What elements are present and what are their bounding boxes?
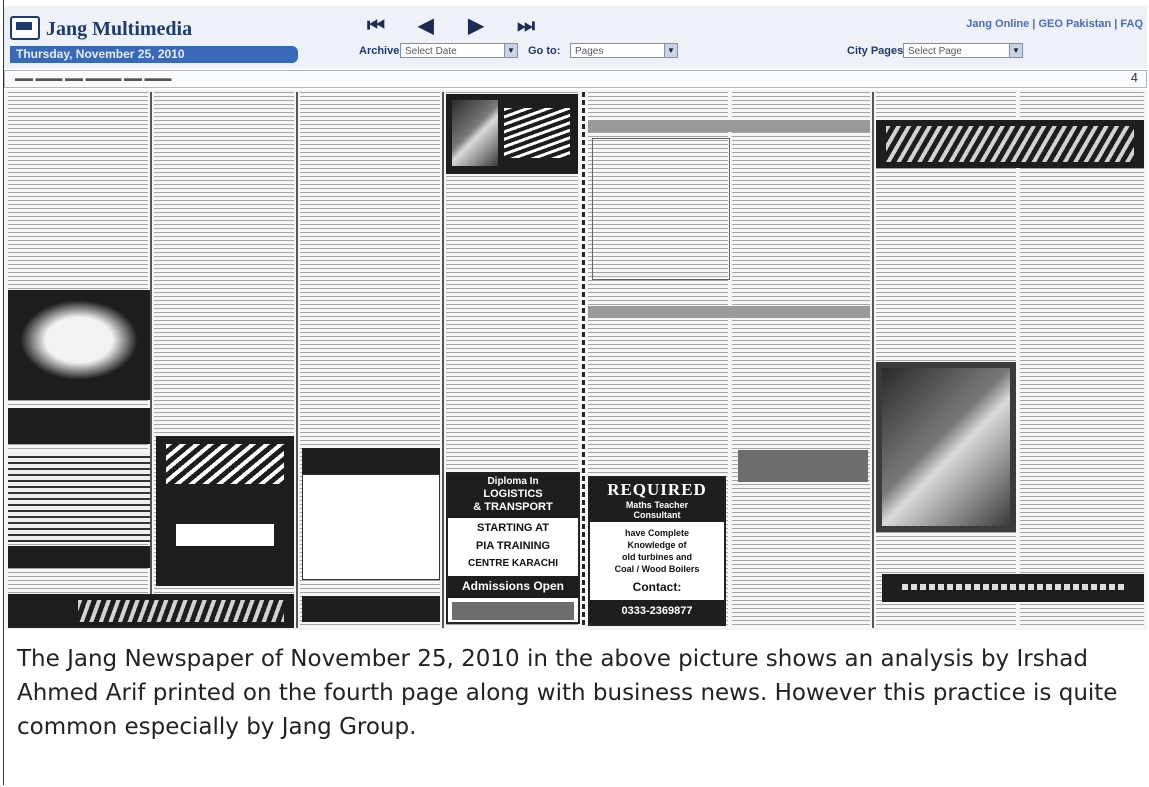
required-ad-phone-bar: 0333-2369877: [590, 600, 724, 624]
required-ad-line: Knowledge of: [627, 540, 687, 550]
urdu-ad-text: [78, 600, 284, 622]
page-number-icon: 4: [1130, 70, 1138, 85]
logistics-ad-line: STARTING AT: [477, 522, 549, 534]
newspaper-icon: [10, 16, 40, 40]
required-ad-subtitle: Maths Teacher: [625, 500, 689, 510]
chevron-down-icon: ▼: [664, 44, 677, 57]
news-photo-frame: [876, 362, 1016, 532]
urdu-event-title: [166, 444, 284, 484]
column-rule: [150, 92, 152, 628]
required-ad-contact-label: Contact:: [632, 580, 682, 594]
columnist-photo: [452, 100, 498, 166]
column-rule: [442, 92, 444, 628]
chevron-down-icon: ▼: [504, 44, 517, 57]
archive-label: Archive: [359, 45, 400, 57]
top-links[interactable]: Jang Online | GEO Pakistan | FAQ: [966, 18, 1143, 30]
logistics-ad-line: CENTRE KARACHI: [468, 558, 558, 569]
city-pages-value: Select Page: [908, 46, 962, 57]
columnist-photo-box: [446, 94, 578, 174]
headline-band: [588, 120, 870, 132]
logistics-ad-line: & TRANSPORT: [473, 501, 553, 513]
notice-body: [302, 474, 440, 580]
urdu-ad-footer: [8, 546, 150, 568]
archive-date-value: Select Date: [405, 46, 457, 57]
city-pages-select[interactable]: Select Page ▼: [903, 43, 1023, 58]
required-ad-phone: 0333-2369877: [621, 605, 693, 617]
last-page-button[interactable]: ⏭: [514, 14, 538, 38]
logistics-ad-header: Diploma In LOGISTICS & TRANSPORT: [448, 474, 578, 518]
date-label: Thursday, November 25, 2010: [10, 46, 298, 63]
viewer-header: Jang Multimedia Thursday, November 25, 2…: [4, 6, 1147, 68]
image-caption: The Jang Newspaper of November 25, 2010 …: [17, 646, 1118, 740]
text-column: [732, 92, 870, 628]
logistics-ad-line: PIA TRAINING: [475, 540, 551, 552]
previous-page-button[interactable]: ◀: [414, 14, 438, 38]
first-page-button[interactable]: ⏮: [364, 14, 388, 38]
goto-label: Go to:: [528, 45, 561, 57]
column-rule: [582, 92, 585, 628]
notice-footer: [302, 596, 440, 622]
goto-page-select[interactable]: Pages ▼: [570, 43, 678, 58]
logistics-advertisement: Diploma In LOGISTICS & TRANSPORT STARTIN…: [446, 472, 580, 624]
column-rule: [296, 92, 298, 628]
section-masthead: [876, 120, 1144, 168]
urdu-ad-box: [8, 452, 150, 542]
next-page-button[interactable]: ▶: [464, 14, 488, 38]
urdu-headline-art: [504, 108, 570, 158]
notice-header: [302, 448, 440, 474]
required-ad-line: have Complete: [624, 528, 690, 538]
required-ad-line: Coal / Wood Boilers: [614, 564, 700, 574]
urdu-bottom-ad: [8, 594, 294, 628]
text-column: [876, 92, 1016, 628]
column-rule: [872, 92, 874, 628]
urdu-advertisement: [8, 290, 150, 400]
logistics-ad-line: Admissions Open: [461, 579, 565, 593]
logistics-ad-contact: [452, 602, 574, 620]
ad-emblem: [20, 300, 138, 380]
logistics-ad-line: Diploma In: [487, 476, 539, 487]
ticker-text: ▬▬ ▬▬▬ ▬▬ ▬▬▬▬ ▬▬ ▬▬▬: [15, 73, 172, 83]
jang-logo[interactable]: Jang Multimedia: [8, 10, 298, 46]
text-column: [1020, 92, 1144, 628]
required-ad-subtitle: Consultant: [633, 510, 681, 520]
logo-text: Jang Multimedia: [46, 18, 193, 40]
required-ad-title: REQUIRED: [607, 480, 707, 499]
admissions-banner: Admissions Open: [448, 576, 578, 598]
event-date-box: [176, 524, 274, 546]
newspaper-page[interactable]: Diploma In LOGISTICS & TRANSPORT STARTIN…: [4, 90, 1147, 630]
headline-ticker: ▬▬ ▬▬▬ ▬▬ ▬▬▬▬ ▬▬ ▬▬▬ 4: [4, 70, 1147, 88]
urdu-masthead-art: [886, 126, 1134, 162]
bottom-headline-banner: [882, 574, 1144, 602]
page-navigation: ⏮ ◀ ▶ ⏭: [364, 14, 594, 40]
headline-band: [588, 306, 870, 318]
archive-date-select[interactable]: Select Date ▼: [400, 43, 518, 58]
city-pages-label: City Pages: [847, 45, 904, 57]
urdu-event-advertisement: [156, 436, 294, 586]
gray-headline: [738, 450, 868, 482]
goto-page-value: Pages: [575, 46, 604, 57]
chevron-down-icon: ▼: [1009, 44, 1022, 57]
boxed-story: [592, 138, 730, 280]
logistics-ad-line: LOGISTICS: [483, 488, 543, 500]
urdu-ad-banner: [8, 408, 150, 444]
required-ad-header: REQUIRED Maths Teacher Consultant: [590, 478, 724, 522]
required-advertisement: REQUIRED Maths Teacher Consultant have C…: [588, 476, 726, 626]
urdu-headline-text: [902, 584, 1124, 590]
news-photo: [882, 368, 1010, 526]
required-ad-line: old turbines and: [621, 552, 692, 562]
